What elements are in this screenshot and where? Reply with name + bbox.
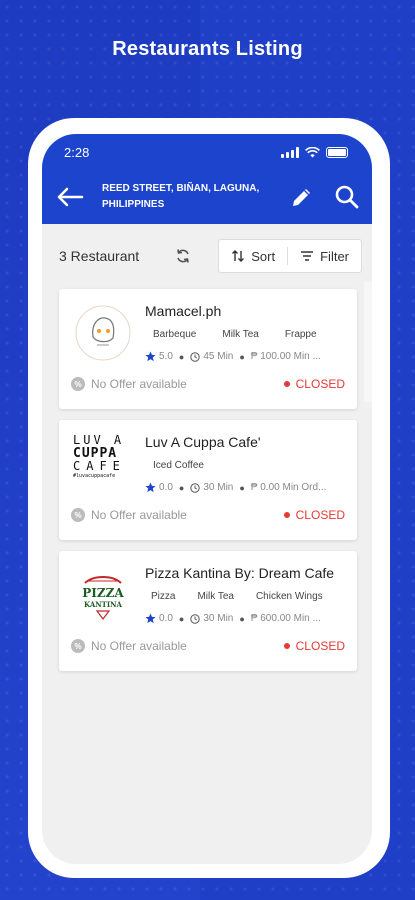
- filter-label: Filter: [320, 248, 349, 264]
- filter-button[interactable]: Filter: [300, 249, 349, 264]
- app-header: 2:28 REED STREET, BIÑAN, LAGUNA, PHILIPP…: [42, 134, 372, 224]
- cuisine-tag: Milk Tea: [197, 591, 234, 602]
- wifi-icon: [305, 146, 320, 157]
- restaurant-card[interactable]: LUV A CUPPA CAFE #luvacuppacafe Luv A Cu…: [59, 420, 357, 540]
- back-arrow-icon[interactable]: [56, 180, 90, 214]
- cuisine-tags: Iced Coffee: [153, 460, 204, 471]
- sort-arrows-icon: [232, 250, 245, 262]
- star-icon: [145, 482, 156, 493]
- offer-text: No Offer available: [91, 639, 187, 653]
- cuisine-tag: Chicken Wings: [255, 591, 323, 602]
- min-order: ₱ 600.00 Min ...: [250, 613, 321, 624]
- edit-pencil-icon[interactable]: [290, 185, 314, 209]
- filter-lines-icon: [301, 251, 314, 261]
- logo-text: PIZZA: [82, 586, 124, 600]
- clock-icon: [190, 351, 201, 362]
- status-closed: CLOSED: [284, 639, 345, 653]
- restaurant-name: Luv A Cuppa Cafe': [145, 434, 261, 450]
- restaurant-logo: [75, 305, 131, 361]
- search-icon[interactable]: [334, 184, 360, 210]
- logo-text: #luvacuppacafe: [73, 473, 116, 479]
- restaurant-logo: LUV A CUPPA CAFE #luvacuppacafe: [73, 434, 133, 490]
- status-closed: CLOSED: [284, 508, 345, 522]
- sort-button[interactable]: Sort: [231, 249, 275, 264]
- offer-info: % No Offer available: [71, 508, 187, 522]
- restaurant-meta: 5.0 ● 45 Min ● ₱ 100.00 Min ...: [145, 351, 321, 362]
- min-order: ₱ 0.00 Min Ord...: [250, 482, 327, 493]
- cuisine-tag: Pizza: [151, 591, 176, 602]
- restaurant-name: Pizza Kantina By: Dream Cafe: [145, 565, 335, 581]
- restaurant-logo: PIZZA KANTINA: [75, 567, 131, 623]
- cuisine-tags: Pizza Milk Tea Chicken Wings: [151, 591, 323, 602]
- restaurant-meta: 0.0 ● 30 Min ● ₱ 600.00 Min ...: [145, 613, 321, 624]
- refresh-icon[interactable]: [173, 246, 193, 266]
- logo-text: CAFE: [73, 459, 126, 473]
- delivery-time: 30 Min: [203, 482, 234, 493]
- clock-icon: [190, 613, 201, 624]
- logo-text: KANTINA: [84, 600, 123, 609]
- sort-label: Sort: [251, 248, 276, 264]
- restaurant-count: 3 Restaurant: [59, 248, 140, 264]
- signal-icon: [281, 146, 299, 158]
- offer-info: % No Offer available: [71, 639, 187, 653]
- promo-title: Restaurants Listing: [112, 38, 303, 60]
- cuisine-tag: Barbeque: [153, 329, 197, 340]
- scrollbar[interactable]: [364, 282, 372, 402]
- cuisine-tag: Frappe: [284, 329, 317, 340]
- percent-icon: %: [71, 639, 85, 653]
- cuisine-tag: Milk Tea: [222, 329, 259, 340]
- restaurant-card[interactable]: Mamacel.ph Barbeque Milk Tea Frappe 5.0 …: [59, 289, 357, 409]
- star-icon: [145, 351, 156, 362]
- restaurant-meta: 0.0 ● 30 Min ● ₱ 0.00 Min Ord...: [145, 482, 326, 493]
- filter-bar: 3 Restaurant Sort Filter: [42, 224, 372, 276]
- min-order: ₱ 100.00 Min ...: [250, 351, 321, 362]
- divider: [287, 247, 289, 265]
- delivery-time: 45 Min: [203, 351, 234, 362]
- battery-icon: [326, 146, 348, 158]
- phone-screen: 2:28 REED STREET, BIÑAN, LAGUNA, PHILIPP…: [42, 134, 372, 864]
- offer-info: % No Offer available: [71, 377, 187, 391]
- cuisine-tag: Iced Coffee: [153, 460, 204, 471]
- restaurant-card[interactable]: PIZZA KANTINA Pizza Kantina By: Dream Ca…: [59, 551, 357, 671]
- offer-text: No Offer available: [91, 508, 187, 522]
- sort-filter-group: Sort Filter: [218, 239, 362, 273]
- status-icons: [281, 146, 348, 158]
- rating-value: 0.0: [159, 613, 173, 624]
- toolbar: REED STREET, BIÑAN, LAGUNA, PHILIPPINES: [42, 170, 372, 224]
- percent-icon: %: [71, 508, 85, 522]
- rating-value: 5.0: [159, 351, 173, 362]
- offer-text: No Offer available: [91, 377, 187, 391]
- delivery-address[interactable]: REED STREET, BIÑAN, LAGUNA, PHILIPPINES: [102, 181, 272, 213]
- status-closed: CLOSED: [284, 377, 345, 391]
- rating-value: 0.0: [159, 482, 173, 493]
- clock-icon: [190, 482, 201, 493]
- percent-icon: %: [71, 377, 85, 391]
- status-bar: 2:28: [42, 134, 372, 170]
- restaurant-name: Mamacel.ph: [145, 303, 222, 319]
- star-icon: [145, 613, 156, 624]
- status-time: 2:28: [64, 144, 90, 160]
- delivery-time: 30 Min: [203, 613, 234, 624]
- cuisine-tags: Barbeque Milk Tea Frappe: [153, 329, 317, 340]
